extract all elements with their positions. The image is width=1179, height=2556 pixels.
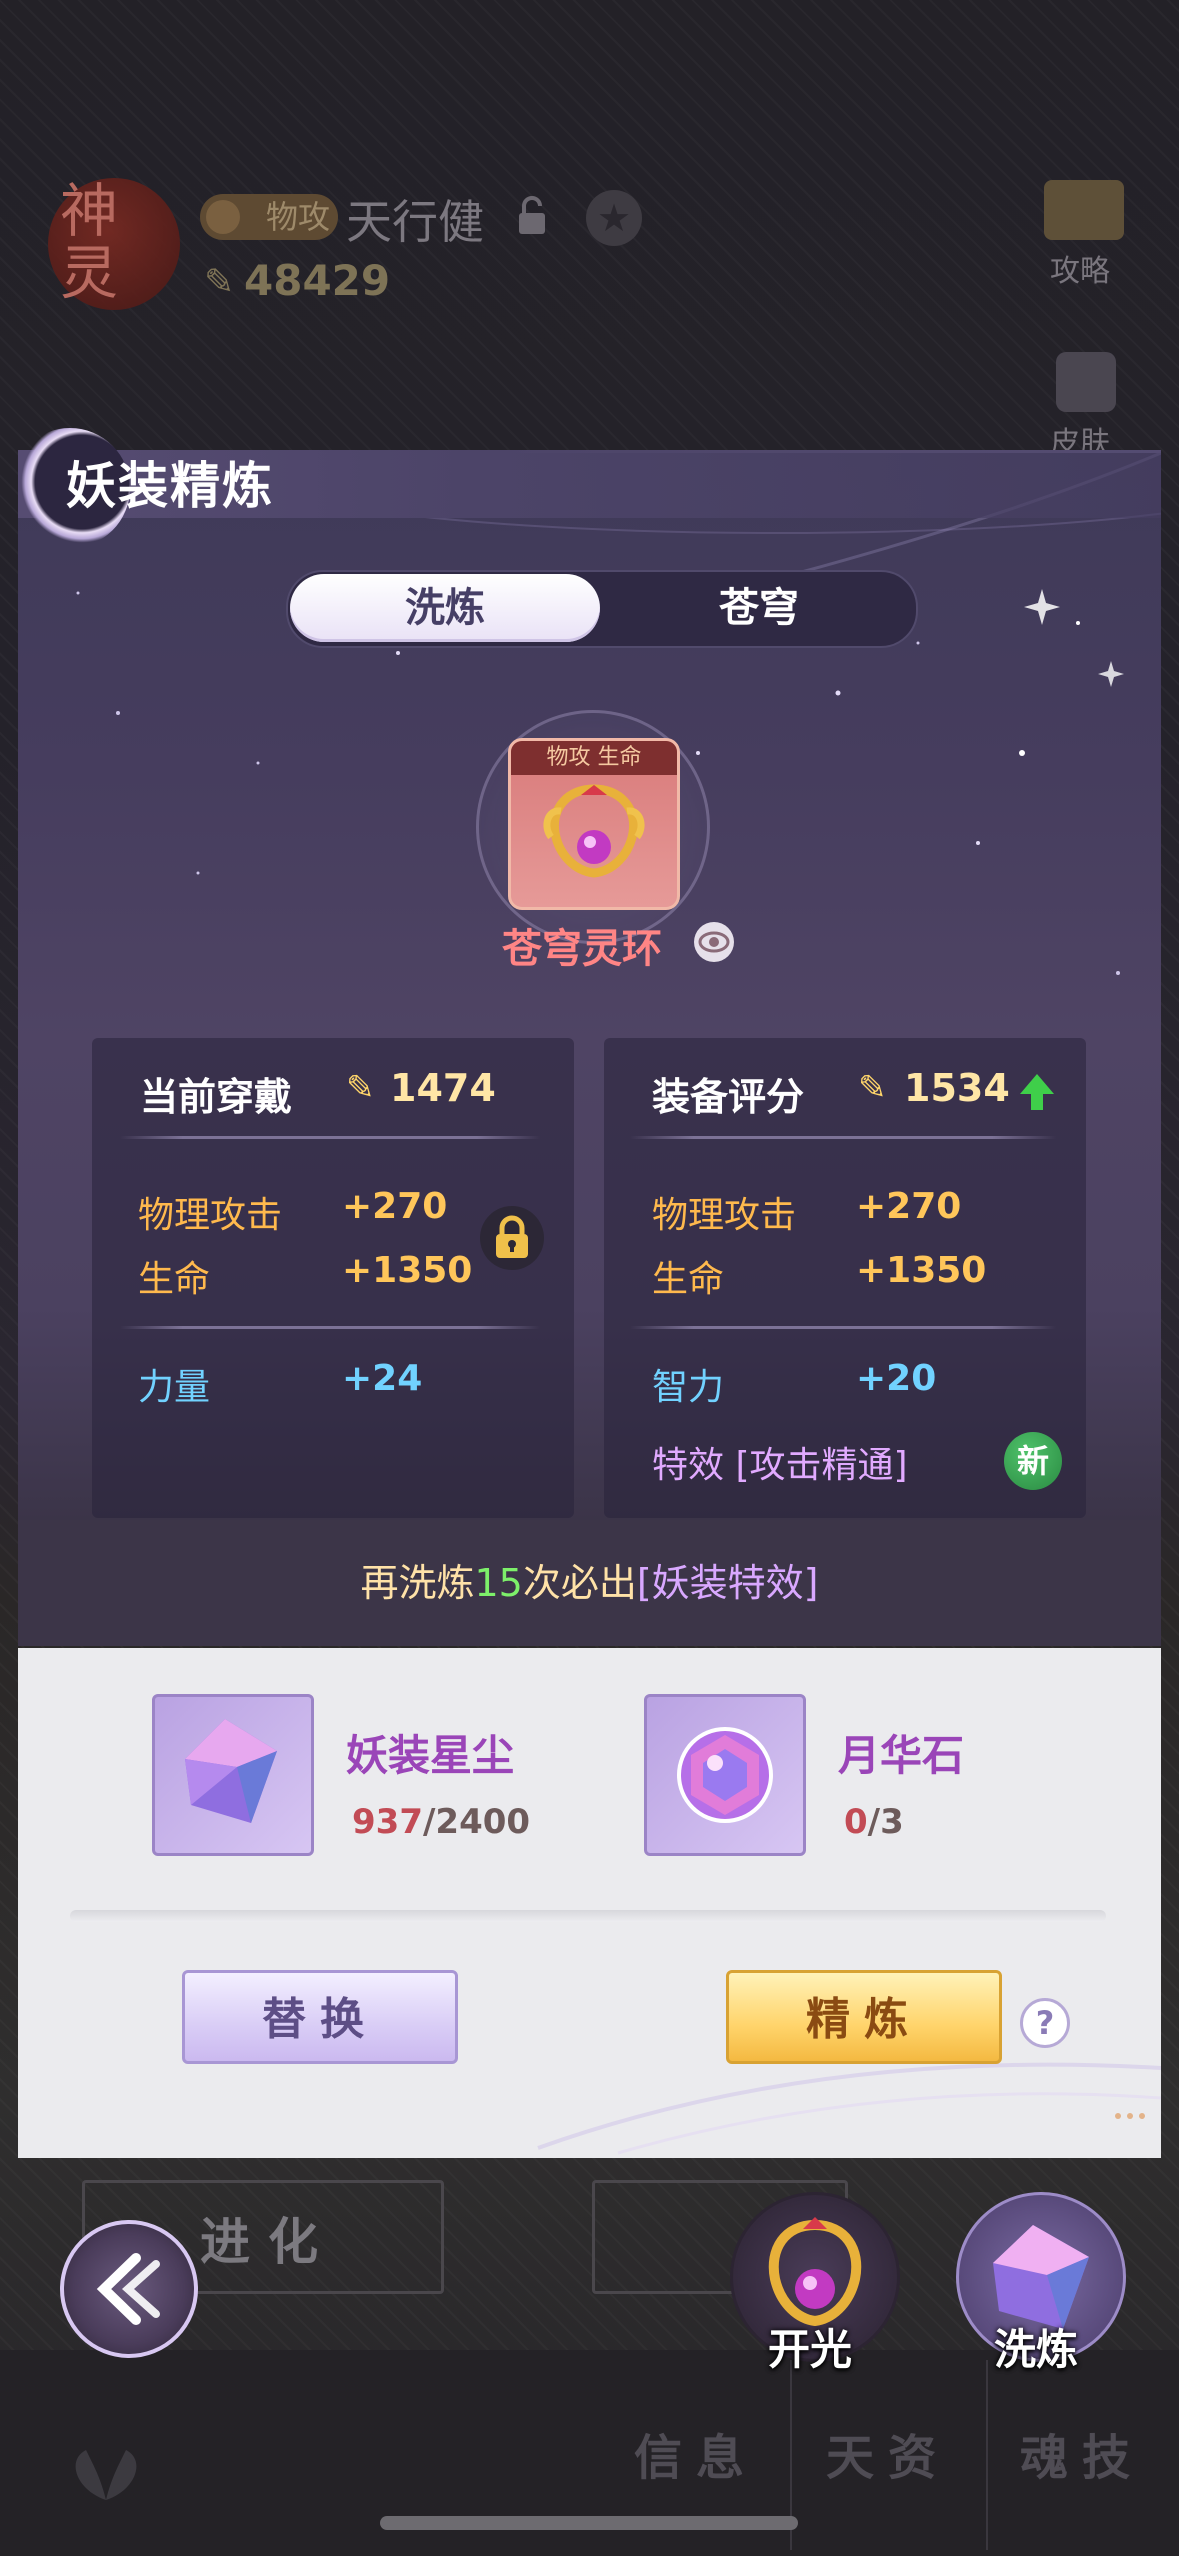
material-separator [70,1910,1106,1922]
rating-stat-name: 生命 [652,1259,725,1300]
current-extra-value: +24 [342,1358,423,1399]
star-dust-name: 妖装星尘 [346,1731,515,1780]
special-effect-text: 特效 [攻击精通] [652,1445,908,1486]
lock-icon [496,1215,528,1258]
tab-sky[interactable]: 苍穹 [604,574,914,642]
notice-count: 15 [474,1561,523,1605]
rating-stat-name: 物理攻击 [652,1195,797,1236]
divider [630,1326,1056,1329]
arrow-head [1020,1074,1054,1094]
star-dust-count: 937/2400 [352,1802,531,1842]
divider [120,1136,540,1139]
unlock-icon [516,196,548,236]
back-arrow-icon [96,2253,160,2325]
divider [630,1136,1056,1139]
rating-stat-value: +1350 [856,1250,987,1291]
back-button[interactable] [60,2220,198,2358]
current-stat-name: 物理攻击 [138,1195,283,1236]
score-up-arrow-icon [1020,1074,1054,1110]
tag-dot-icon [206,200,240,234]
rating-extra-value: +20 [856,1358,937,1399]
item-tags: 物攻 生命 [511,741,677,775]
moon-stone-gem-icon [677,1727,773,1823]
score-quill-icon: ✎ [858,1068,887,1108]
divider [120,1326,540,1329]
guide-book-icon [1044,180,1124,240]
arrow-stem [1031,1094,1043,1110]
preview-eye-icon[interactable] [694,922,734,962]
rating-stat-value: +270 [856,1186,962,1227]
moon-stone-have: 0 [844,1802,868,1842]
open-light-label: 开光 [768,2325,853,2374]
notice-prefix: 再洗炼 [360,1561,475,1605]
star-dust-need: 2400 [435,1802,531,1842]
moon-stone-name: 月华石 [838,1731,965,1780]
home-indicator [380,2516,798,2530]
nav-info: 信息 [634,2430,759,2486]
moon-stone-need: 3 [880,1802,904,1842]
hero-power-value: 48429 [244,256,391,305]
help-icon[interactable]: ? [1020,1998,1070,2048]
star-dust-crystal-icon [185,1719,277,1823]
panel-title: 妖装精炼 [66,457,274,515]
wash-shortcut-label: 洗炼 [994,2325,1079,2374]
rating-extra-name: 智力 [652,1367,725,1408]
current-stat-name: 生命 [138,1259,211,1300]
home-lotus-icon [56,2420,156,2520]
nav-divider [986,2360,988,2550]
new-badge: 新 [1004,1432,1062,1490]
refine-button[interactable]: 精炼 [726,1970,1002,2064]
current-stat-value: +1350 [342,1250,473,1291]
current-stat-value: +270 [342,1186,448,1227]
notice-middle: 次必出 [522,1561,637,1605]
physical-attack-tag: 物攻 [200,194,338,240]
current-extra-name: 力量 [138,1367,211,1408]
moon-stone-count: 0/3 [844,1802,904,1842]
lock-stats-button[interactable] [480,1206,544,1270]
favorite-star-button: ★ [586,190,642,246]
current-equip-header: 当前穿戴 [140,1075,293,1119]
hero-name: 天行健 [346,195,484,249]
physical-attack-tag-label: 物攻 [265,198,330,236]
equipment-item-card[interactable]: 物攻 生命 [508,738,680,910]
star-dust-material-slot[interactable] [152,1694,314,1856]
spirit-ring-icon [543,784,645,878]
spirit-seal-text: 神 灵 [60,177,119,307]
tab-wash[interactable]: 洗炼 [290,574,600,642]
guarantee-notice: 再洗炼15次必出[妖装特效] [18,1552,1161,1607]
guide-label: 攻略 [1050,254,1110,289]
nav-talent: 天资 [826,2430,951,2486]
notice-effect: [妖装特效] [636,1561,819,1605]
rating-score: 1534 [904,1066,1010,1110]
skin-icon [1056,352,1116,412]
replace-button[interactable]: 替换 [182,1970,458,2064]
rating-header: 装备评分 [652,1075,805,1119]
power-quill-icon: ✎ [204,262,235,303]
score-quill-icon: ✎ [346,1068,375,1108]
current-score: 1474 [390,1066,496,1110]
evolve-label: 进化 [200,2213,336,2271]
item-name: 苍穹灵环 [502,926,662,972]
star-dust-have: 937 [352,1802,423,1842]
moon-stone-material-slot[interactable] [644,1694,806,1856]
nav-soul-skill: 魂技 [1020,2430,1145,2486]
